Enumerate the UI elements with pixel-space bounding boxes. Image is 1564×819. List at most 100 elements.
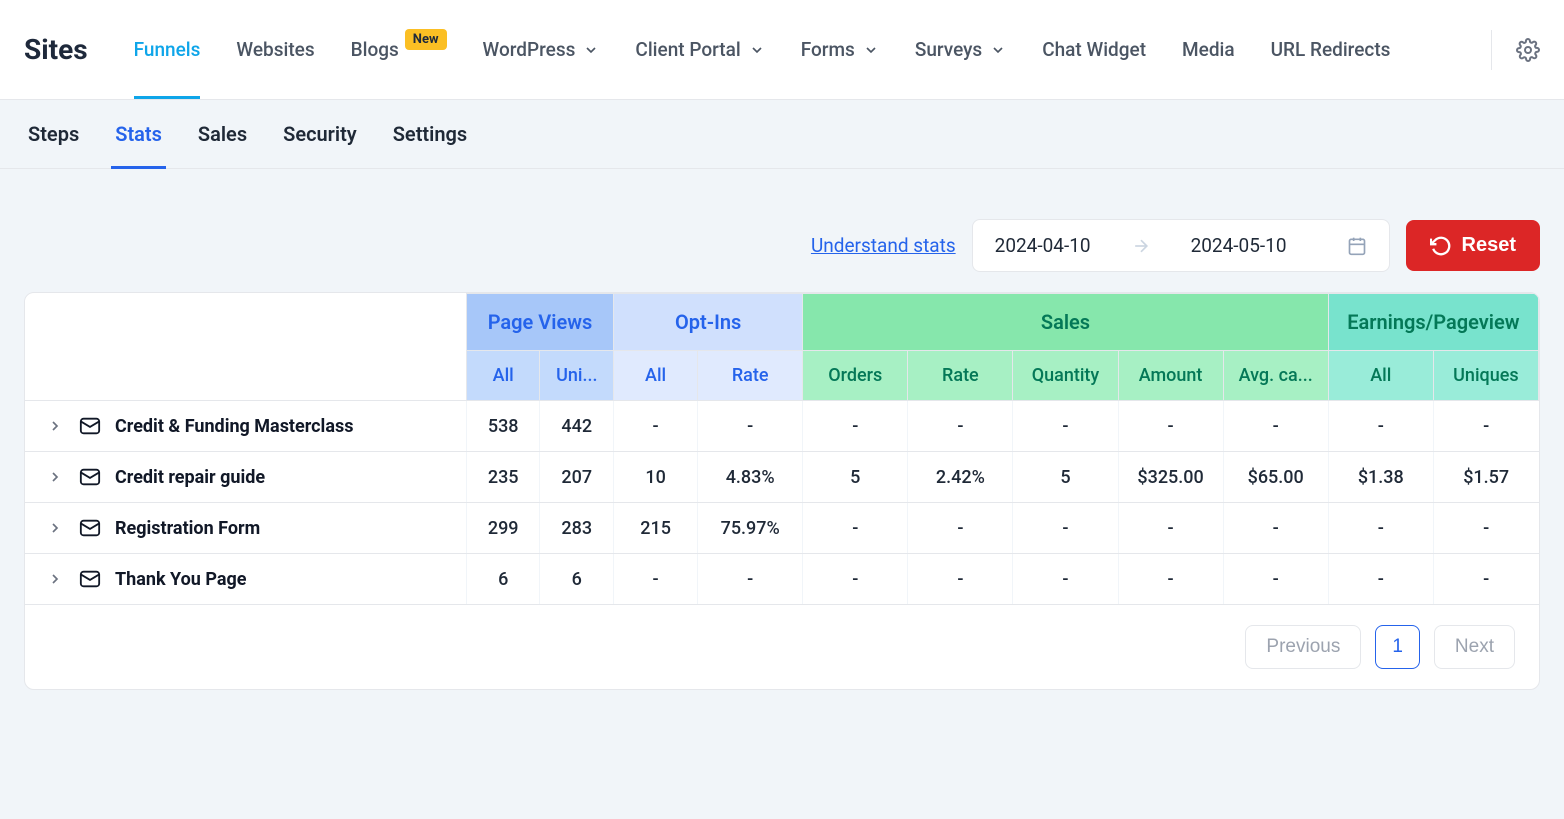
table-row: Credit & Funding Masterclass538442------… [25,401,1539,452]
header-sales-rate[interactable]: Rate [908,351,1013,401]
tab-sales[interactable]: Sales [194,100,251,168]
previous-button[interactable]: Previous [1245,625,1361,669]
sub-tabs: Steps Stats Sales Security Settings [0,100,1564,169]
date-range-picker[interactable]: 2024-04-10 2024-05-10 [972,219,1390,272]
cell-s_rate: 2.42% [908,452,1013,503]
header-pv-uniques[interactable]: Uni... [540,351,614,401]
cell-oi_rate: - [698,554,803,605]
expand-icon[interactable] [45,467,65,487]
nav-label: URL Redirects [1271,38,1391,61]
nav-label: Blogs [351,38,399,61]
cell-orders: - [803,554,908,605]
calendar-icon [1347,236,1367,256]
table-row: Thank You Page66--------- [25,554,1539,605]
cell-oi_rate: 4.83% [698,452,803,503]
header-page-views: Page Views [466,294,613,351]
next-button[interactable]: Next [1434,625,1515,669]
chevron-down-icon [749,42,765,58]
header-ep-uniques[interactable]: Uniques [1433,351,1538,401]
nav-label: Client Portal [635,38,740,61]
arrow-right-icon [1131,236,1151,256]
stats-table: Page Views Opt-Ins Sales Earnings/Pagevi… [24,292,1540,690]
nav-media[interactable]: Media [1164,0,1253,99]
nav-label: Websites [236,38,314,61]
nav-client-portal[interactable]: Client Portal [617,0,782,99]
cell-amount: - [1118,554,1223,605]
nav-forms[interactable]: Forms [783,0,897,99]
tab-settings[interactable]: Settings [389,100,471,168]
nav-label: Media [1182,38,1235,61]
cell-ep_uni: - [1433,503,1538,554]
cell-oi_rate: - [698,401,803,452]
header-orders[interactable]: Orders [803,351,908,401]
cell-s_rate: - [908,554,1013,605]
nav-surveys[interactable]: Surveys [897,0,1024,99]
cell-pv_uni: 207 [540,452,614,503]
reset-label: Reset [1462,234,1516,257]
nav-wordpress[interactable]: WordPress [465,0,618,99]
cell-pv_uni: 442 [540,401,614,452]
brand-title: Sites [24,33,88,66]
page-number[interactable]: 1 [1375,625,1420,669]
mail-icon [79,466,101,488]
expand-icon[interactable] [45,569,65,589]
header-quantity[interactable]: Quantity [1013,351,1118,401]
cell-orders: 5 [803,452,908,503]
cell-avg: - [1223,503,1328,554]
row-name-label: Credit repair guide [115,467,265,488]
tab-stats[interactable]: Stats [111,100,166,168]
cell-ep_all: - [1328,554,1433,605]
header-ep-all[interactable]: All [1328,351,1433,401]
reset-button[interactable]: Reset [1406,220,1540,271]
understand-stats-link[interactable]: Understand stats [811,234,956,257]
header-oi-all[interactable]: All [614,351,698,401]
nav-websites[interactable]: Websites [218,0,332,99]
nav-chat-widget[interactable]: Chat Widget [1024,0,1164,99]
header-oi-rate[interactable]: Rate [698,351,803,401]
cell-avg: $65.00 [1223,452,1328,503]
cell-avg: - [1223,554,1328,605]
expand-icon[interactable] [45,518,65,538]
cell-oi_all: - [614,554,698,605]
cell-qty: - [1013,554,1118,605]
cell-oi_rate: 75.97% [698,503,803,554]
top-nav: Sites Funnels Websites BlogsNew WordPress Cl… [0,0,1564,100]
cell-ep_all: - [1328,401,1433,452]
nav-funnels[interactable]: Funnels [116,0,219,99]
chevron-down-icon [583,42,599,58]
expand-icon[interactable] [45,416,65,436]
controls-row: Understand stats 2024-04-10 2024-05-10 R… [0,169,1564,292]
nav-blogs[interactable]: BlogsNew [333,0,465,99]
mail-icon [79,568,101,590]
cell-qty: - [1013,401,1118,452]
settings-gear-button[interactable] [1491,30,1540,70]
nav-label: WordPress [483,38,576,61]
row-name-label: Registration Form [115,518,260,539]
cell-ep_uni: $1.57 [1433,452,1538,503]
tab-security[interactable]: Security [279,100,361,168]
date-start: 2024-04-10 [995,234,1091,257]
cell-pv_all: 538 [466,401,540,452]
cell-s_rate: - [908,401,1013,452]
cell-ep_uni: - [1433,401,1538,452]
cell-s_rate: - [908,503,1013,554]
date-end: 2024-05-10 [1191,234,1287,257]
cell-amount: - [1118,503,1223,554]
cell-pv_uni: 283 [540,503,614,554]
header-earnings: Earnings/Pageview [1328,294,1538,351]
chevron-down-icon [990,42,1006,58]
header-amount[interactable]: Amount [1118,351,1223,401]
table-row: Registration Form29928321575.97%------- [25,503,1539,554]
tab-steps[interactable]: Steps [24,100,83,168]
nav-url-redirects[interactable]: URL Redirects [1253,0,1409,99]
cell-orders: - [803,401,908,452]
cell-oi_all: 10 [614,452,698,503]
chevron-down-icon [863,42,879,58]
mail-icon [79,415,101,437]
gear-icon [1516,38,1540,62]
nav-label: Surveys [915,38,982,61]
mail-icon [79,517,101,539]
header-avg-cart[interactable]: Avg. ca... [1223,351,1328,401]
nav-label: Funnels [134,38,201,61]
header-pv-all[interactable]: All [466,351,540,401]
